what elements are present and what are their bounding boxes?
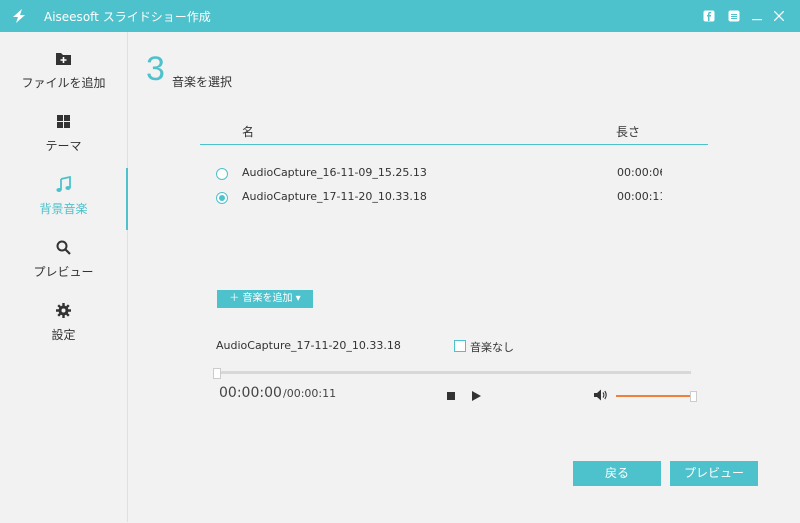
music-duration: 00:00:11 [617,190,662,203]
magnifier-icon [56,240,71,255]
close-icon[interactable] [770,7,788,25]
total-time: /00:00:11 [283,387,337,400]
facebook-icon[interactable] [700,7,718,25]
music-table-header: 名 長さ [200,122,708,145]
preview-button[interactable]: プレビュー [670,461,758,486]
music-duration: 00:00:06 [617,166,662,179]
add-music-button[interactable]: ＋ 音楽を追加 ▾ [217,290,313,308]
add-folder-icon [56,53,71,65]
app-logo-icon [13,9,25,23]
music-file-name: AudioCapture_16-11-09_15.25.13 [242,166,427,179]
play-icon[interactable] [472,391,481,401]
sidebar: ファイルを追加 テーマ 背景音楽 プレビュー 設定 [0,32,128,522]
music-note-icon [56,176,71,192]
no-music-label: 音楽なし [470,341,514,354]
playback-progress-bar[interactable] [213,368,691,379]
gear-icon [56,303,71,318]
sidebar-item-background-music[interactable]: 背景音楽 [0,168,128,230]
sidebar-item-label: 背景音楽 [39,202,88,216]
volume-level [616,391,697,402]
volume-handle[interactable] [690,391,697,402]
radio-button-selected[interactable] [216,192,228,204]
sidebar-item-settings[interactable]: 設定 [0,294,127,356]
back-button[interactable]: 戻る [573,461,661,486]
music-file-name: AudioCapture_17-11-20_10.33.18 [242,190,427,203]
grid-icon [57,115,70,128]
sidebar-item-preview[interactable]: プレビュー [0,231,127,293]
volume-icon[interactable] [594,389,608,401]
sidebar-item-add-file[interactable]: ファイルを追加 [0,42,127,104]
column-header-length[interactable]: 長さ [616,123,640,140]
title-bar: Aiseesoft スライドショー作成 [0,0,800,32]
selected-music-name: AudioCapture_17-11-20_10.33.18 [216,339,401,352]
no-music-checkbox[interactable] [454,340,466,352]
column-header-name[interactable]: 名 [242,123,254,140]
step-number: 3 [146,50,165,88]
minimize-icon[interactable] [748,7,766,25]
table-row[interactable]: AudioCapture_17-11-20_10.33.18 00:00:11 [216,189,676,209]
sidebar-item-label: 設定 [51,328,76,342]
current-time: 00:00:00 [219,385,282,401]
menu-icon[interactable] [725,7,743,25]
stop-icon[interactable] [447,392,455,400]
window-title: Aiseesoft スライドショー作成 [44,10,211,24]
sidebar-item-label: テーマ [45,139,82,153]
sidebar-item-theme[interactable]: テーマ [0,105,127,167]
page-title: 音楽を選択 [172,75,233,89]
radio-button[interactable] [216,168,228,180]
table-row[interactable]: AudioCapture_16-11-09_15.25.13 00:00:06 [216,165,676,185]
sidebar-item-label: ファイルを追加 [21,76,106,90]
main-panel: 3 音楽を選択 名 長さ AudioCapture_16-11-09_15.25… [128,32,800,523]
volume-slider[interactable] [616,391,697,402]
sidebar-item-label: プレビュー [33,265,94,279]
progress-handle[interactable] [213,368,221,379]
